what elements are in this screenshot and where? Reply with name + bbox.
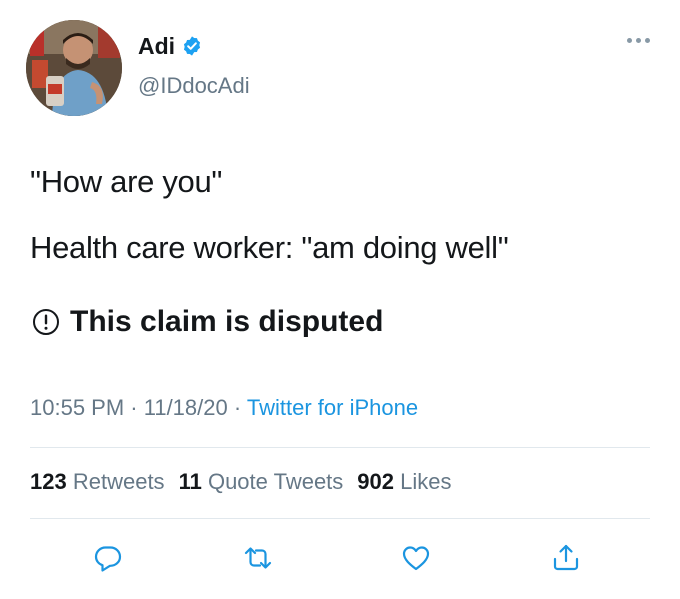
tweet-actions [0, 536, 680, 580]
heart-icon [402, 546, 430, 571]
more-dot [627, 38, 632, 43]
author-handle[interactable]: @IDdocAdi [138, 72, 250, 100]
meta-separator: · [227, 395, 247, 420]
likes-stat[interactable]: 902 Likes [357, 469, 451, 494]
disputed-label[interactable]: This claim is disputed [32, 302, 383, 342]
tweet-text-line: Health care worker: "am doing well" [30, 230, 509, 265]
meta-separator: · [124, 395, 144, 420]
more-dot [636, 38, 641, 43]
likes-count: 902 [357, 469, 395, 494]
retweet-icon [244, 547, 272, 569]
quotes-label: Quote Tweets [207, 469, 344, 494]
avatar[interactable] [26, 20, 122, 116]
author-name[interactable]: Adi [138, 32, 175, 60]
divider [30, 518, 650, 519]
author-name-row[interactable]: Adi [138, 32, 203, 60]
like-button[interactable] [394, 536, 438, 580]
reply-icon [94, 546, 122, 572]
share-icon [553, 544, 579, 571]
divider [30, 447, 650, 448]
tweet-meta: 10:55 PM · 11/18/20 · Twitter for iPhone [30, 393, 418, 423]
retweets-count: 123 [30, 469, 67, 494]
retweets-stat[interactable]: 123 Retweets [30, 469, 165, 494]
reply-button[interactable] [86, 536, 130, 580]
more-options-icon[interactable] [627, 38, 650, 43]
exclamation-circle-icon [33, 309, 59, 335]
tweet-text-line: "How are you" [30, 164, 223, 199]
tweet-stats: 123 Retweets 11 Quote Tweets 902 Likes [30, 467, 452, 497]
share-button[interactable] [544, 536, 588, 580]
disputed-label-text: This claim is disputed [70, 305, 384, 338]
quotes-count: 11 [178, 469, 202, 494]
more-dot [645, 38, 650, 43]
verified-badge-icon [183, 36, 201, 56]
tweet-source-link[interactable]: Twitter for iPhone [247, 395, 418, 420]
tweet-time: 10:55 PM [30, 395, 125, 420]
quotes-stat[interactable]: 11 Quote Tweets [179, 469, 344, 494]
likes-label: Likes [400, 469, 452, 494]
tweet-date: 11/18/20 [143, 395, 228, 420]
tweet-card: Adi @IDdocAdi "How are you" Health care … [0, 0, 680, 599]
retweets-label: Retweets [72, 469, 165, 494]
retweet-button[interactable] [236, 536, 280, 580]
